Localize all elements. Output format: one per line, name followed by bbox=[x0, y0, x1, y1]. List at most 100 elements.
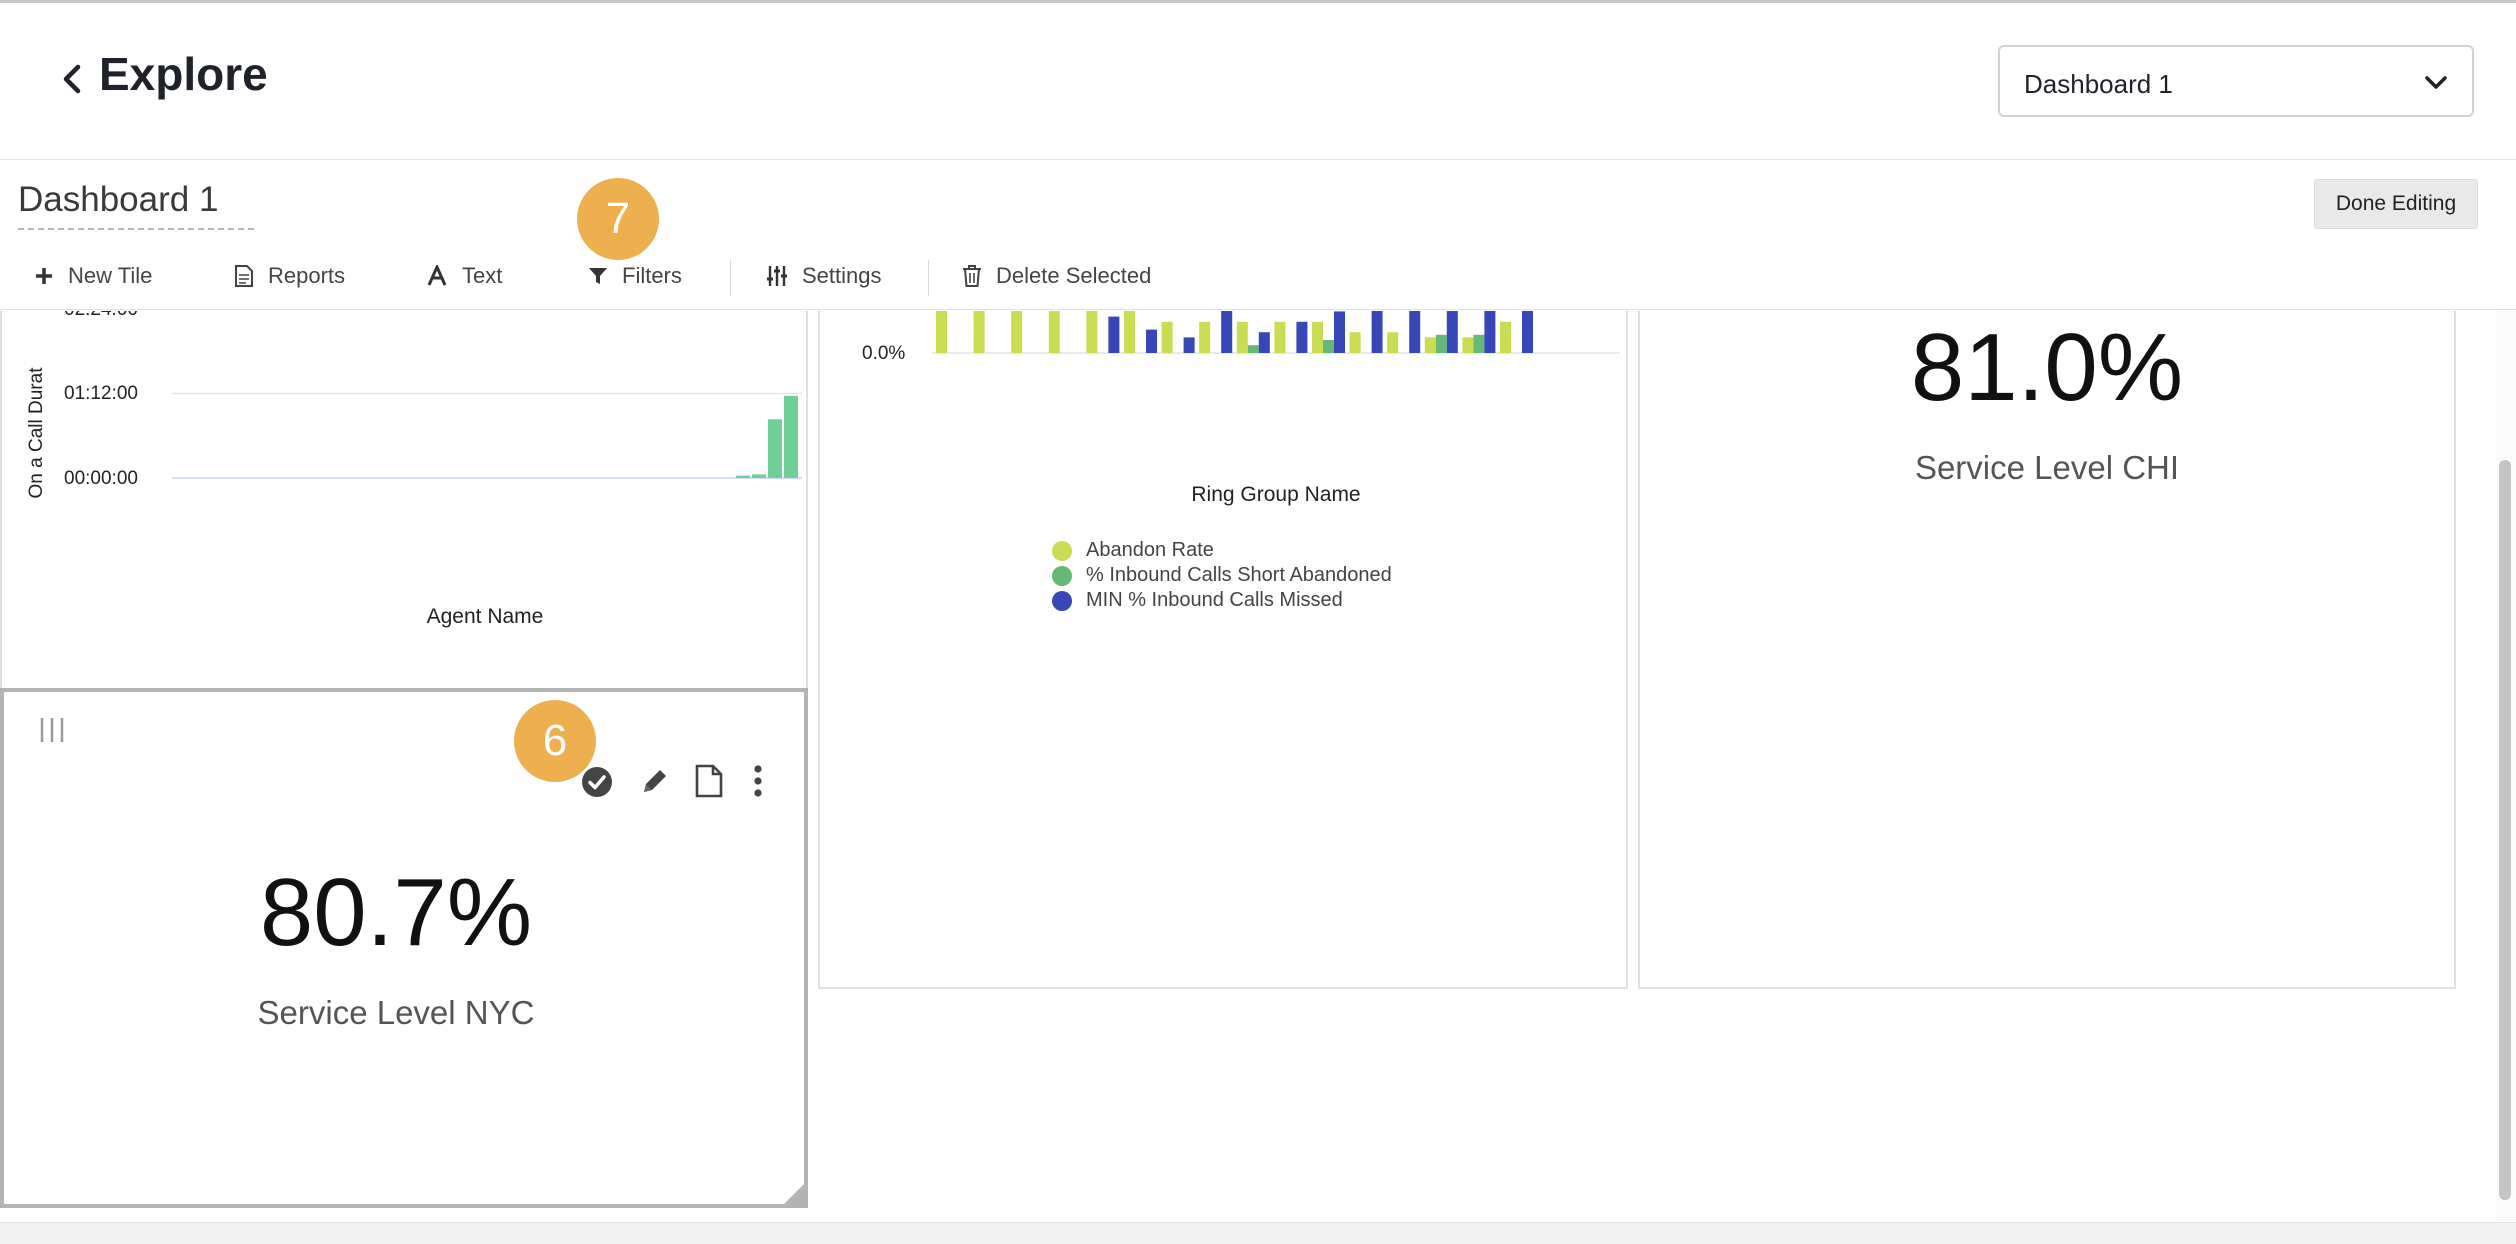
bar bbox=[752, 474, 766, 478]
top-bar: Explore Dashboard 1 bbox=[0, 0, 2516, 160]
text-button[interactable]: Text bbox=[426, 259, 502, 293]
filters-label: Filters bbox=[622, 263, 682, 288]
document-icon[interactable] bbox=[694, 764, 724, 798]
bar bbox=[736, 475, 750, 478]
bar bbox=[936, 311, 947, 353]
legend-item: % Inbound Calls Short Abandoned bbox=[1052, 564, 1392, 587]
scrollbar-thumb[interactable] bbox=[2499, 460, 2511, 1200]
tile-service-level-nyc[interactable]: 80.7% Service Level NYC bbox=[0, 688, 808, 1208]
bar bbox=[1221, 311, 1233, 353]
bar bbox=[1334, 311, 1345, 353]
bar bbox=[1048, 311, 1060, 353]
bar bbox=[1161, 321, 1173, 353]
legend-item: Abandon Rate bbox=[1052, 539, 1214, 562]
legend-dot bbox=[1052, 565, 1072, 586]
bar bbox=[1258, 332, 1270, 353]
trash-icon bbox=[963, 265, 981, 287]
bar bbox=[1349, 332, 1361, 353]
legend-label: Abandon Rate bbox=[1086, 539, 1214, 561]
bar bbox=[1500, 321, 1511, 353]
bar bbox=[1183, 337, 1195, 353]
new-tile-label: New Tile bbox=[68, 263, 153, 288]
reports-label: Reports bbox=[268, 263, 346, 288]
toolbar-divider bbox=[928, 260, 929, 296]
more-vertical-icon[interactable] bbox=[752, 764, 764, 798]
document-icon bbox=[235, 265, 253, 287]
y-tick-label: 00:00:00 bbox=[64, 468, 138, 489]
y-tick-label: 02:24:00 bbox=[64, 311, 138, 320]
dashboard-select-value: Dashboard 1 bbox=[2024, 69, 2173, 99]
bar bbox=[1371, 311, 1383, 353]
bar bbox=[1435, 334, 1447, 353]
sliders-icon bbox=[767, 266, 787, 286]
y-tick-label: 01:12:00 bbox=[64, 383, 138, 404]
legend-dot bbox=[1052, 540, 1072, 561]
bar bbox=[1424, 337, 1436, 353]
tile-service-level-chi[interactable]: 81.0% Service Level CHI bbox=[1638, 311, 2456, 989]
bar bbox=[1387, 332, 1399, 353]
delete-selected-label: Delete Selected bbox=[996, 263, 1152, 288]
text-icon bbox=[427, 265, 447, 286]
settings-label: Settings bbox=[802, 263, 882, 288]
legend-dot bbox=[1052, 590, 1072, 611]
check-circle-icon[interactable] bbox=[581, 766, 613, 798]
dashboard-name-field[interactable]: Dashboard 1 bbox=[18, 180, 254, 230]
x-axis-label: Ring Group Name bbox=[1191, 483, 1360, 506]
delete-selected-button[interactable]: Delete Selected bbox=[962, 259, 1151, 293]
drag-handle-icon[interactable] bbox=[38, 716, 68, 744]
new-tile-button[interactable]: New Tile bbox=[34, 259, 152, 293]
bar bbox=[1146, 329, 1157, 353]
bar bbox=[1484, 311, 1496, 353]
reports-button[interactable]: Reports bbox=[234, 259, 345, 293]
chevron-down-icon bbox=[2425, 76, 2447, 89]
legend-item: MIN % Inbound Calls Missed bbox=[1052, 589, 1343, 612]
bar bbox=[1274, 321, 1286, 353]
bar bbox=[1124, 311, 1135, 353]
step-badge: 7 bbox=[577, 178, 659, 260]
filter-icon bbox=[589, 268, 607, 284]
bar bbox=[1108, 316, 1120, 353]
bar bbox=[1247, 345, 1259, 353]
bar bbox=[784, 395, 798, 478]
kpi-value: 80.7% bbox=[259, 859, 533, 966]
kpi-label: Service Level NYC bbox=[257, 994, 535, 1031]
text-label: Text bbox=[462, 263, 503, 288]
bar bbox=[973, 311, 985, 353]
bar bbox=[1473, 334, 1485, 353]
plus-icon bbox=[36, 268, 52, 284]
done-editing-button[interactable]: Done Editing bbox=[2314, 179, 2478, 229]
dashboard-edit-bar: Dashboard 1 Done Editing New Tile Report… bbox=[0, 160, 2516, 310]
bar bbox=[1199, 321, 1211, 353]
bar bbox=[1312, 321, 1323, 353]
bar bbox=[1323, 340, 1334, 353]
legend-label: % Inbound Calls Short Abandoned bbox=[1086, 564, 1392, 586]
bar bbox=[1522, 311, 1533, 353]
filters-button[interactable]: Filters bbox=[588, 259, 682, 293]
legend-label: MIN % Inbound Calls Missed bbox=[1086, 589, 1343, 611]
step-badge: 6 bbox=[514, 700, 596, 782]
bar bbox=[1086, 311, 1098, 353]
settings-button[interactable]: Settings bbox=[766, 259, 882, 293]
bar bbox=[1446, 311, 1458, 353]
kpi-value: 81.0% bbox=[1910, 314, 2184, 421]
dashboard-grid: On a Call Durat 00:00:00 01:12:00 02:24:… bbox=[0, 311, 2500, 1221]
pencil-icon[interactable] bbox=[640, 766, 670, 796]
bar bbox=[1296, 321, 1308, 353]
bar bbox=[1462, 337, 1474, 353]
bar bbox=[1236, 321, 1248, 353]
y-axis-label: On a Call Durat bbox=[26, 367, 47, 499]
bar bbox=[768, 419, 782, 478]
bar bbox=[1011, 311, 1023, 353]
bottom-bar bbox=[0, 1222, 2516, 1244]
kpi-label: Service Level CHI bbox=[1914, 449, 2180, 486]
y-tick-label: 0.0% bbox=[862, 343, 905, 364]
bar bbox=[1409, 311, 1421, 353]
dashboard-select[interactable]: Dashboard 1 bbox=[1998, 45, 2474, 117]
back-chevron-icon[interactable] bbox=[58, 59, 88, 99]
tile-ring-group-chart[interactable]: 0.0% Ring Group Name Abandon Rate % Inbo… bbox=[818, 311, 1628, 989]
x-axis-label: Agent Name bbox=[427, 605, 544, 628]
page-title: Explore bbox=[99, 48, 268, 100]
ring-group-bar-chart: 0.0% Ring Group Name bbox=[862, 311, 1620, 506]
toolbar-divider bbox=[730, 260, 731, 296]
resize-handle-icon[interactable] bbox=[784, 1184, 804, 1204]
